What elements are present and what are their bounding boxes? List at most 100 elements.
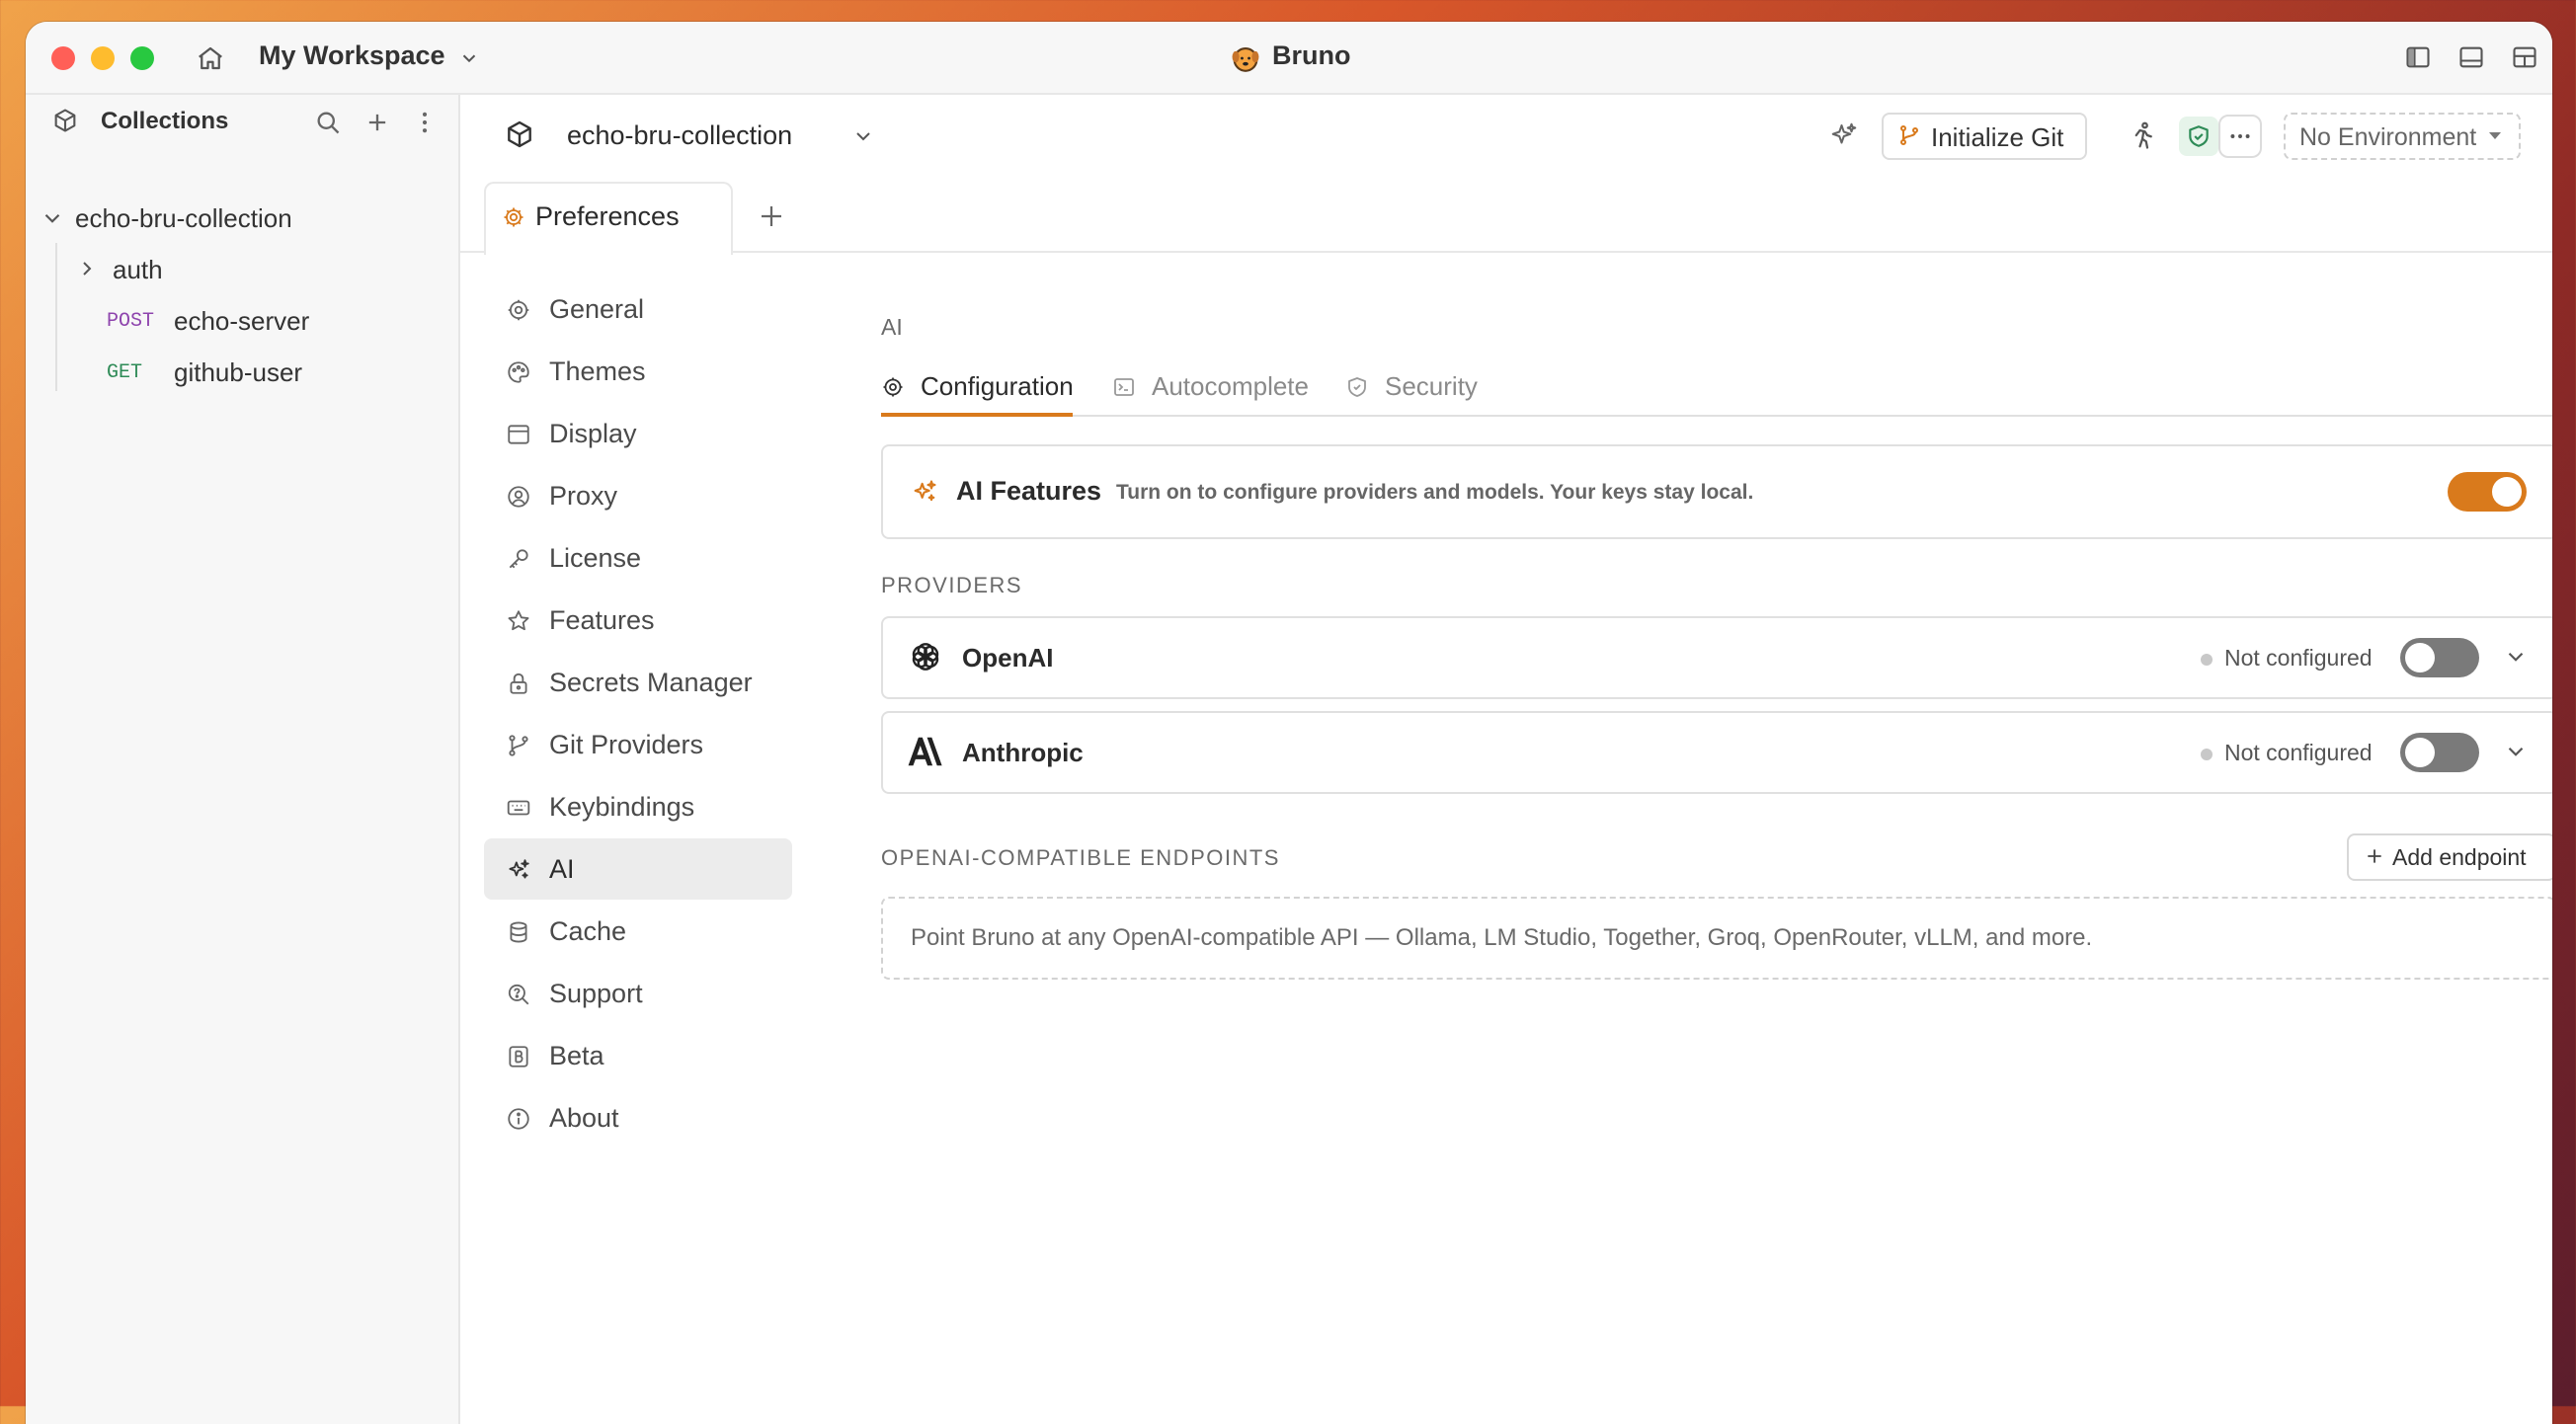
endpoints-hint: Point Bruno at any OpenAI-compatible API…: [911, 924, 2093, 951]
close-window-button[interactable]: [51, 46, 75, 70]
user-circle-icon: [506, 484, 531, 510]
nav-item-label: Proxy: [549, 481, 618, 511]
palette-icon: [506, 359, 531, 385]
nav-item-label: License: [549, 543, 642, 573]
layout-icon[interactable]: [2511, 43, 2538, 71]
toggle-sidebar-icon[interactable]: [2404, 43, 2432, 71]
anthropic-logo-icon: [907, 735, 944, 768]
subtabs-divider: [881, 415, 2552, 417]
chevron-right-icon[interactable]: [75, 257, 99, 280]
initialize-git-button[interactable]: Initialize Git: [1882, 113, 2087, 160]
collections-box-icon: [51, 107, 79, 134]
chevron-down-icon[interactable]: [40, 205, 65, 231]
add-collection-icon[interactable]: [363, 109, 391, 136]
search-icon[interactable]: [314, 109, 342, 136]
nav-item-about[interactable]: About: [484, 1087, 792, 1148]
subtab-configuration[interactable]: Configuration: [881, 369, 1075, 415]
nav-item-proxy[interactable]: Proxy: [484, 465, 792, 526]
provider-status: Not configured: [2224, 740, 2373, 765]
runner-icon[interactable]: [2128, 120, 2157, 150]
key-icon: [506, 546, 531, 572]
gear-icon: [502, 205, 525, 229]
nav-item-label: Beta: [549, 1041, 604, 1070]
status-dot: [2201, 749, 2213, 760]
expand-chevron-down-icon[interactable]: [2503, 644, 2529, 670]
nav-item-themes[interactable]: Themes: [484, 341, 792, 402]
more-options-icon[interactable]: [411, 109, 439, 136]
ai-sparkles-icon[interactable]: [1829, 120, 1859, 150]
provider-openai-row[interactable]: OpenAI Not configured: [881, 616, 2552, 699]
nav-item-label: Cache: [549, 916, 627, 946]
expand-chevron-down-icon[interactable]: [2503, 739, 2529, 764]
method-badge-get: GET: [107, 361, 143, 384]
app-window: My Workspace Bruno Collections echo-bru-…: [26, 22, 2552, 1424]
add-endpoint-label: Add endpoint: [2392, 844, 2527, 870]
nav-item-ai[interactable]: AI: [484, 838, 792, 900]
add-endpoint-button[interactable]: Add endpoint: [2347, 833, 2552, 881]
collection-chevron-down-icon[interactable]: [851, 124, 875, 148]
environment-label: No Environment: [2299, 123, 2477, 151]
more-actions-button[interactable]: [2218, 115, 2262, 158]
nav-item-cache[interactable]: Cache: [484, 901, 792, 962]
provider-status: Not configured: [2224, 645, 2373, 671]
ai-features-toggle[interactable]: [2448, 472, 2527, 512]
tab-bar-divider: [460, 251, 2552, 253]
tree-folder-auth[interactable]: auth: [75, 247, 450, 292]
gear-icon: [881, 375, 905, 399]
endpoints-empty-state: Point Bruno at any OpenAI-compatible API…: [881, 897, 2552, 980]
search-help-icon: [506, 982, 531, 1007]
provider-name: Anthropic: [962, 738, 1084, 767]
sparkles-icon: [506, 857, 531, 883]
subtab-label: Configuration: [921, 371, 1074, 401]
tab-label: Preferences: [535, 201, 680, 231]
request-label: echo-server: [174, 306, 310, 336]
collection-tree-root[interactable]: echo-bru-collection: [40, 198, 454, 239]
environment-select[interactable]: No Environment: [2284, 113, 2521, 160]
collections-title: Collections: [101, 108, 229, 134]
new-tab-plus-icon[interactable]: [757, 201, 786, 231]
nav-item-support[interactable]: Support: [484, 963, 792, 1024]
security-shield-icon[interactable]: [2179, 117, 2218, 156]
minimize-window-button[interactable]: [91, 46, 115, 70]
status-dot: [2201, 654, 2213, 666]
tree-request-github-user[interactable]: GET github-user: [75, 350, 450, 395]
workspace-name[interactable]: My Workspace: [259, 40, 445, 71]
tree-request-echo-server[interactable]: POST echo-server: [75, 298, 450, 344]
collections-sidebar: Collections echo-bru-collection auth POS…: [26, 95, 460, 1424]
openai-toggle[interactable]: [2400, 638, 2479, 677]
display-icon: [506, 422, 531, 447]
anthropic-toggle[interactable]: [2400, 733, 2479, 772]
nav-item-keybindings[interactable]: Keybindings: [484, 776, 792, 837]
provider-anthropic-row[interactable]: Anthropic Not configured: [881, 711, 2552, 794]
gear-icon: [506, 297, 531, 323]
collection-title[interactable]: echo-bru-collection: [567, 120, 792, 151]
subtab-security[interactable]: Security: [1345, 369, 1503, 415]
zoom-window-button[interactable]: [130, 46, 154, 70]
nav-item-label: Display: [549, 419, 637, 448]
nav-item-general[interactable]: General: [484, 278, 792, 340]
nav-item-label: Secrets Manager: [549, 668, 753, 697]
nav-item-secrets-manager[interactable]: Secrets Manager: [484, 652, 792, 713]
info-icon: [506, 1106, 531, 1132]
openai-logo-icon: [907, 638, 944, 675]
nav-item-git-providers[interactable]: Git Providers: [484, 714, 792, 775]
caret-down-icon: [2487, 128, 2503, 142]
lock-icon: [506, 671, 531, 696]
shield-icon: [1345, 375, 1369, 399]
nav-item-display[interactable]: Display: [484, 403, 792, 464]
nav-item-features[interactable]: Features: [484, 590, 792, 651]
nav-item-label: Themes: [549, 356, 646, 386]
nav-item-beta[interactable]: Beta: [484, 1025, 792, 1086]
subtab-autocomplete[interactable]: Autocomplete: [1112, 369, 1310, 415]
provider-name: OpenAI: [962, 643, 1054, 672]
request-label: github-user: [174, 357, 303, 387]
nav-item-license[interactable]: License: [484, 527, 792, 589]
bruno-logo-icon: [1229, 41, 1262, 75]
plus-icon: [2365, 846, 2384, 866]
workspace-chevron-down-icon[interactable]: [458, 47, 480, 69]
active-subtab-indicator: [881, 413, 1073, 417]
tab-preferences[interactable]: Preferences: [484, 182, 733, 255]
nav-item-label: Keybindings: [549, 792, 695, 822]
toggle-bottom-panel-icon[interactable]: [2457, 43, 2485, 71]
home-icon[interactable]: [196, 43, 225, 73]
